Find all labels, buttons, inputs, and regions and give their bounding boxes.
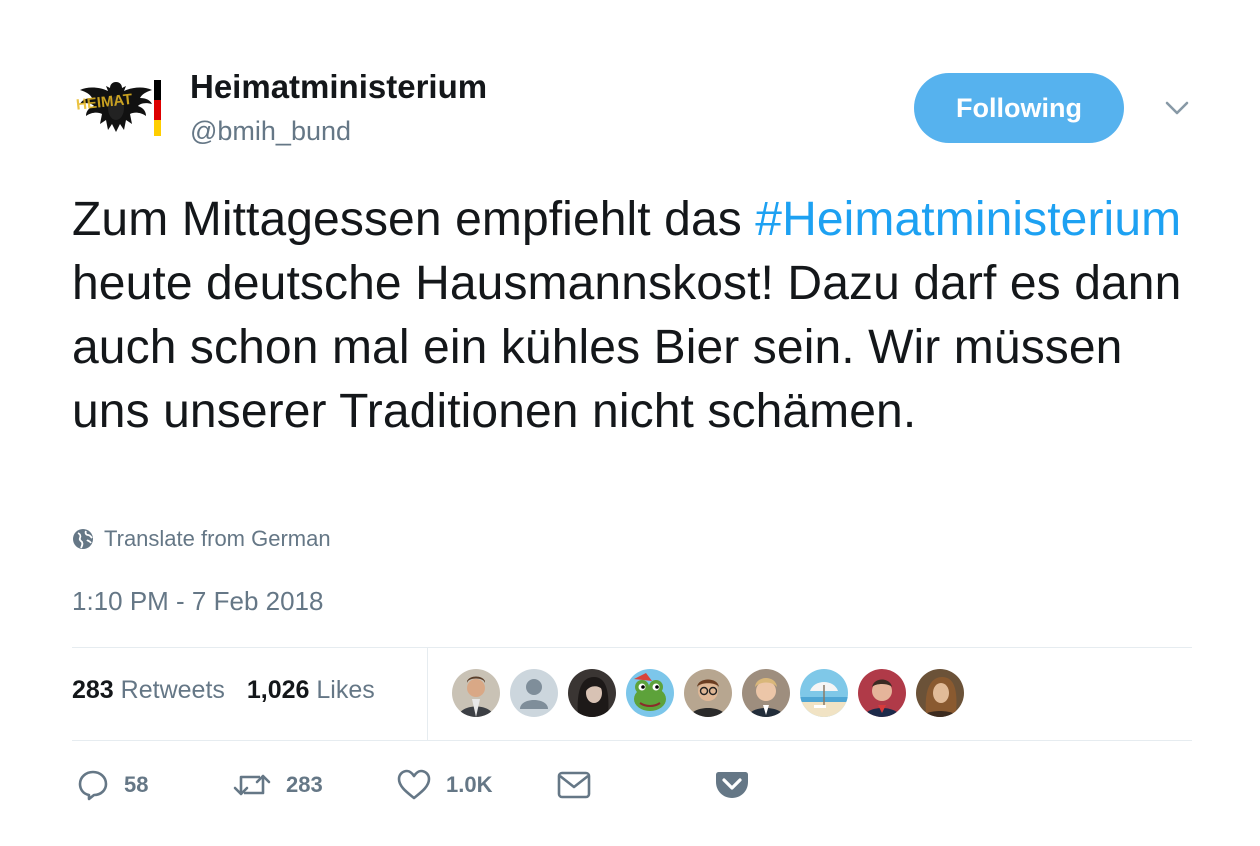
avatar-default-icon — [510, 669, 558, 717]
liker-avatar[interactable] — [452, 669, 500, 717]
retweets-stat[interactable]: 283 Retweets — [72, 676, 225, 705]
direct-message-button[interactable] — [556, 768, 592, 802]
federal-eagle-logo: HEIMAT — [75, 80, 161, 136]
likes-label: Likes — [316, 676, 375, 704]
avatar-beach-umbrella-icon — [800, 669, 848, 717]
avatar-photo-woman-brown-icon — [916, 669, 964, 717]
avatar-photo-woman-icon — [568, 669, 616, 717]
likes-stat[interactable]: 1,026 Likes — [247, 676, 375, 705]
liker-avatar[interactable] — [626, 669, 674, 717]
avatar[interactable]: HEIMAT — [72, 72, 168, 152]
retweet-icon — [233, 774, 271, 796]
liker-avatar[interactable] — [800, 669, 848, 717]
tweet-text-after: heute deutsche Hausmannskost! Dazu darf … — [72, 257, 1182, 438]
liker-avatar[interactable] — [858, 669, 906, 717]
heart-icon — [397, 769, 431, 800]
user-handle[interactable]: @bmih_bund — [190, 116, 351, 147]
avatar-photo-man-icon — [452, 669, 500, 717]
more-options-caret[interactable] — [1160, 94, 1194, 122]
retweets-count: 283 — [72, 676, 114, 704]
liker-avatar[interactable] — [742, 669, 790, 717]
avatar-photo-man-glasses-icon — [684, 669, 732, 717]
liker-avatar[interactable] — [916, 669, 964, 717]
like-button[interactable]: 1.0K — [396, 768, 492, 802]
stats-divider — [427, 648, 428, 740]
reply-count: 58 — [124, 772, 149, 797]
globe-icon — [73, 529, 93, 549]
reply-button[interactable]: 58 — [76, 768, 148, 802]
tweet-text: Zum Mittagessen empfiehlt das #Heimatmin… — [72, 188, 1182, 444]
pocket-icon — [716, 772, 748, 798]
hashtag-link[interactable]: #Heimatministerium — [755, 193, 1181, 246]
chevron-down-icon — [1165, 101, 1189, 115]
like-count: 1.0K — [446, 772, 493, 797]
pocket-button[interactable] — [714, 768, 750, 802]
retweets-label: Retweets — [120, 676, 225, 704]
reply-icon — [78, 770, 108, 801]
avatar-photo-blond-man-icon — [742, 669, 790, 717]
liker-avatar[interactable] — [568, 669, 616, 717]
divider — [72, 740, 1192, 741]
envelope-icon — [557, 771, 591, 799]
display-name[interactable]: Heimatministerium — [190, 68, 487, 106]
following-button[interactable]: Following — [914, 73, 1124, 143]
liker-avatar[interactable] — [684, 669, 732, 717]
retweet-button[interactable]: 283 — [232, 768, 323, 802]
translate-label: Translate from German — [104, 526, 331, 551]
tweet-stats: 283 Retweets 1,026 Likes — [72, 676, 375, 705]
liker-avatar[interactable] — [510, 669, 558, 717]
avatar-photo-man-red-icon — [858, 669, 906, 717]
translate-link[interactable]: Translate from German — [72, 526, 331, 552]
tweet-text-before: Zum Mittagessen empfiehlt das — [72, 193, 756, 246]
avatar-pepe-frog-icon — [626, 669, 674, 717]
likes-count: 1,026 — [246, 676, 310, 704]
tweet-timestamp[interactable]: 1:10 PM - 7 Feb 2018 — [72, 586, 323, 617]
divider — [72, 647, 1192, 648]
liked-by-avatars — [452, 669, 964, 717]
retweet-count: 283 — [286, 772, 323, 797]
